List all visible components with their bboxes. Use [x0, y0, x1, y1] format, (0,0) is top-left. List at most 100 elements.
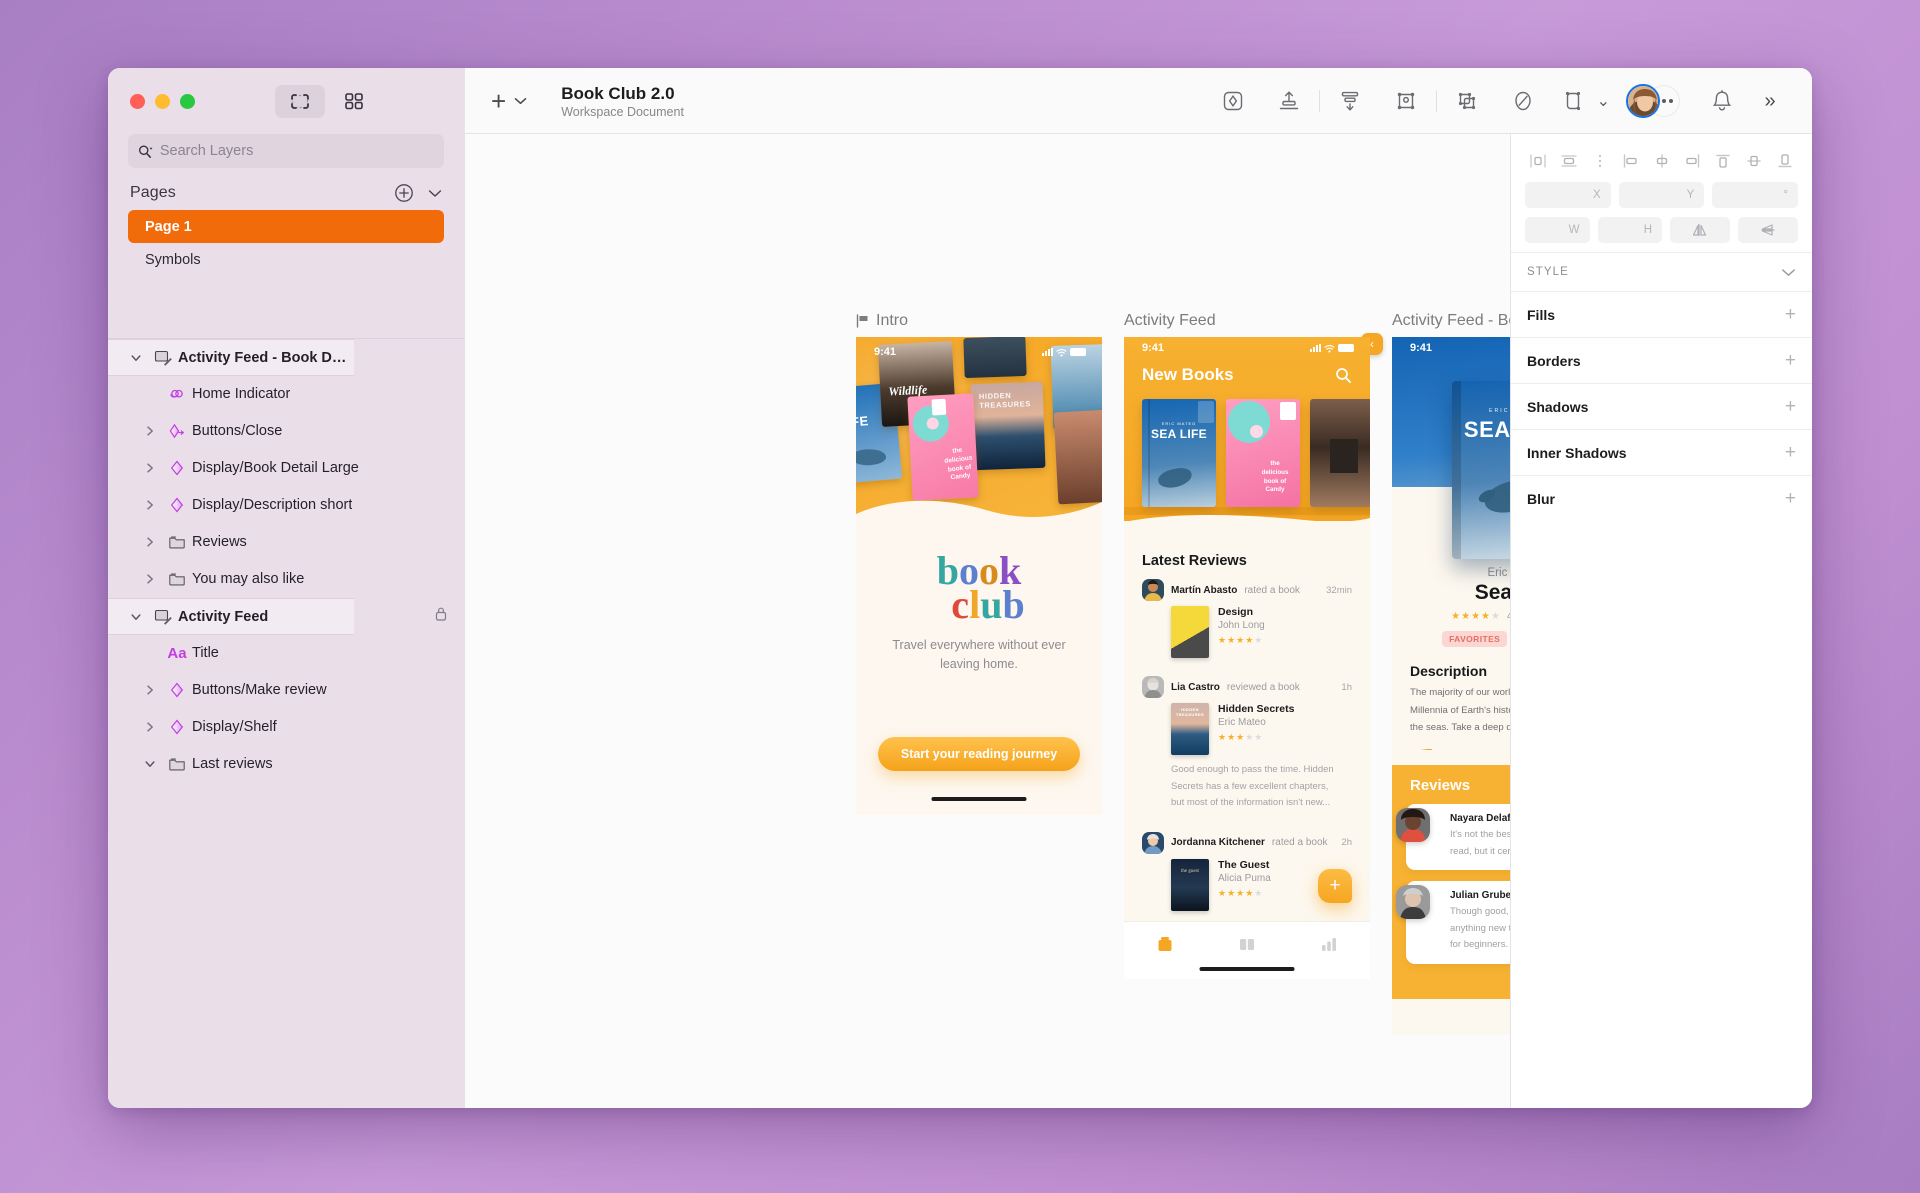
align-more-icon[interactable] [1589, 150, 1611, 172]
activity-item[interactable]: Lia Castro reviewed a book 1h HIDDENTREA… [1124, 670, 1370, 814]
styles-button[interactable] [1495, 81, 1551, 121]
artboard-label-intro[interactable]: Intro [856, 312, 908, 330]
make-review-button[interactable]: + [1318, 869, 1352, 903]
prototype-button[interactable] [1551, 81, 1595, 121]
align-button[interactable] [1261, 81, 1317, 121]
rotation-field[interactable]: ° [1712, 182, 1798, 208]
artboard-label-book-detail[interactable]: Activity Feed - Book Detail [1392, 312, 1510, 330]
y-field[interactable]: Y [1619, 182, 1705, 208]
artboard-book-detail[interactable]: 9:41 ✕ [1392, 337, 1510, 1035]
width-field[interactable]: W [1525, 217, 1590, 243]
add-menu[interactable]: + [491, 88, 527, 114]
disclosure-triangle[interactable] [138, 536, 162, 548]
distribute-button[interactable] [1322, 81, 1378, 121]
close-window-button[interactable] [130, 94, 145, 109]
add-fills-button[interactable]: + [1785, 305, 1796, 324]
search-input[interactable] [160, 143, 434, 159]
shelf-book-third[interactable] [1310, 399, 1370, 507]
chevron-down-icon[interactable] [514, 97, 527, 105]
page-item-page-1[interactable]: Page 1 [128, 210, 444, 243]
document-subtitle: Workspace Document [561, 105, 684, 119]
chevron-down-icon[interactable] [1781, 268, 1796, 277]
layer-row-buttons-make-review[interactable]: Buttons/Make review [108, 672, 464, 709]
review-card[interactable]: Julian Gruber ★★★★★ Though good, Mateo d… [1406, 881, 1510, 964]
toolbar-overflow-button[interactable]: » [1750, 81, 1790, 121]
shelf-book-sea-life[interactable]: ERIC MATEO SEA LIFE [1142, 399, 1216, 507]
view-toggle-group [275, 85, 379, 118]
pages-collapse-chevron-icon[interactable] [428, 189, 442, 198]
style-section-header[interactable]: STYLE [1511, 252, 1812, 291]
align-edge-right-icon[interactable] [1681, 150, 1703, 172]
disclosure-triangle[interactable] [138, 758, 162, 770]
book-club-logo: book club [856, 554, 1102, 622]
layer-row-last-reviews[interactable]: Last reviews [108, 746, 464, 783]
add-blur-button[interactable]: + [1785, 489, 1796, 508]
align-middle-icon[interactable] [1743, 150, 1765, 172]
layer-row-buttons-close[interactable]: Buttons/Close [108, 413, 464, 450]
disclosure-triangle[interactable] [138, 462, 162, 474]
align-left-icon[interactable] [1527, 150, 1549, 172]
new-books-shelf[interactable]: ERIC MATEO SEA LIFE thedeliciousbook ofC… [1124, 395, 1370, 507]
add-page-button[interactable] [394, 183, 414, 203]
disclosure-triangle[interactable] [138, 684, 162, 696]
activity-item[interactable]: Martín Abasto rated a book 32min Design … [1124, 573, 1370, 660]
layer-row-activity-feed[interactable]: Activity Feed [108, 598, 354, 635]
page-item-symbols[interactable]: Symbols [128, 243, 444, 276]
align-center-horizontal-icon[interactable] [1558, 150, 1580, 172]
text-icon: Aa [162, 645, 192, 662]
disclosure-triangle[interactable] [124, 611, 148, 623]
review-card[interactable]: Nayara Delafuente ★★★★★ It's not the bes… [1406, 804, 1510, 870]
add-inner-shadows-button[interactable]: + [1785, 443, 1796, 462]
layer-row-display-shelf[interactable]: Display/Shelf [108, 709, 464, 746]
disclosure-triangle[interactable] [138, 573, 162, 585]
shelf-tab-icon[interactable] [1155, 934, 1175, 954]
canvas[interactable]: ‹ Intro IFE [464, 134, 1510, 1108]
disclosure-triangle[interactable] [138, 425, 162, 437]
layer-row-activity-feed-book-detail[interactable]: Activity Feed - Book Detail [108, 339, 354, 376]
flip-vertical-button[interactable] [1738, 217, 1798, 243]
layer-row-reviews[interactable]: Reviews [108, 524, 464, 561]
avatar[interactable] [1626, 84, 1660, 118]
align-top-icon[interactable] [1712, 150, 1734, 172]
layer-row-title[interactable]: AaTitle [108, 635, 464, 672]
shelf-book-candy[interactable]: thedeliciousbook ofCandy [1226, 399, 1300, 507]
maximize-window-button[interactable] [180, 94, 195, 109]
flip-horizontal-button[interactable] [1670, 217, 1730, 243]
prototype-chevron-icon[interactable]: ⌄ [1597, 91, 1610, 111]
book-tab-icon[interactable] [1237, 934, 1257, 954]
artboard-intro[interactable]: IFE Wildlife HIDDENTREASURES [856, 337, 1102, 815]
minimize-window-button[interactable] [155, 94, 170, 109]
style-row-blur: Blur+ [1511, 475, 1812, 521]
style-label: STYLE [1527, 266, 1569, 278]
canvas-view-button[interactable] [275, 85, 325, 118]
stats-tab-icon[interactable] [1319, 934, 1339, 954]
x-field[interactable]: X [1525, 182, 1611, 208]
layer-row-you-may-also-like[interactable]: You may also like [108, 561, 464, 598]
add-shadows-button[interactable]: + [1785, 397, 1796, 416]
grid-view-button[interactable] [329, 85, 379, 118]
artboard-activity-feed[interactable]: 9:41 New Books [1124, 337, 1370, 979]
insert-symbol-button[interactable] [1205, 81, 1261, 121]
mask-button[interactable] [1439, 81, 1495, 121]
tag-favorites[interactable]: FAVORITES [1442, 631, 1507, 647]
start-reading-journey-button[interactable]: Start your reading journey [878, 737, 1080, 771]
lock-icon[interactable] [434, 606, 448, 626]
add-button[interactable]: + [491, 88, 506, 114]
align-edge-left-icon[interactable] [1620, 150, 1642, 172]
disclosure-triangle[interactable] [138, 499, 162, 511]
layer-row-display-book-detail-large[interactable]: Display/Book Detail Large [108, 450, 464, 487]
search-icon[interactable] [1335, 367, 1352, 384]
layers-list[interactable]: IntroActivity Feed - Book DetailStatus B… [108, 338, 464, 1108]
add-borders-button[interactable]: + [1785, 351, 1796, 370]
group-button[interactable] [1378, 81, 1434, 121]
search-layers-box[interactable] [128, 134, 444, 168]
layer-row-display-description-short[interactable]: Display/Description short [108, 487, 464, 524]
align-edge-center-icon[interactable] [1651, 150, 1673, 172]
artboard-label-activity-feed[interactable]: Activity Feed [1124, 312, 1216, 330]
notifications-button[interactable] [1694, 81, 1750, 121]
layer-row-home-indicator[interactable]: Home Indicator [108, 376, 464, 413]
align-bottom-icon[interactable] [1774, 150, 1796, 172]
disclosure-triangle[interactable] [124, 352, 148, 364]
disclosure-triangle[interactable] [138, 721, 162, 733]
height-field[interactable]: H [1598, 217, 1663, 243]
